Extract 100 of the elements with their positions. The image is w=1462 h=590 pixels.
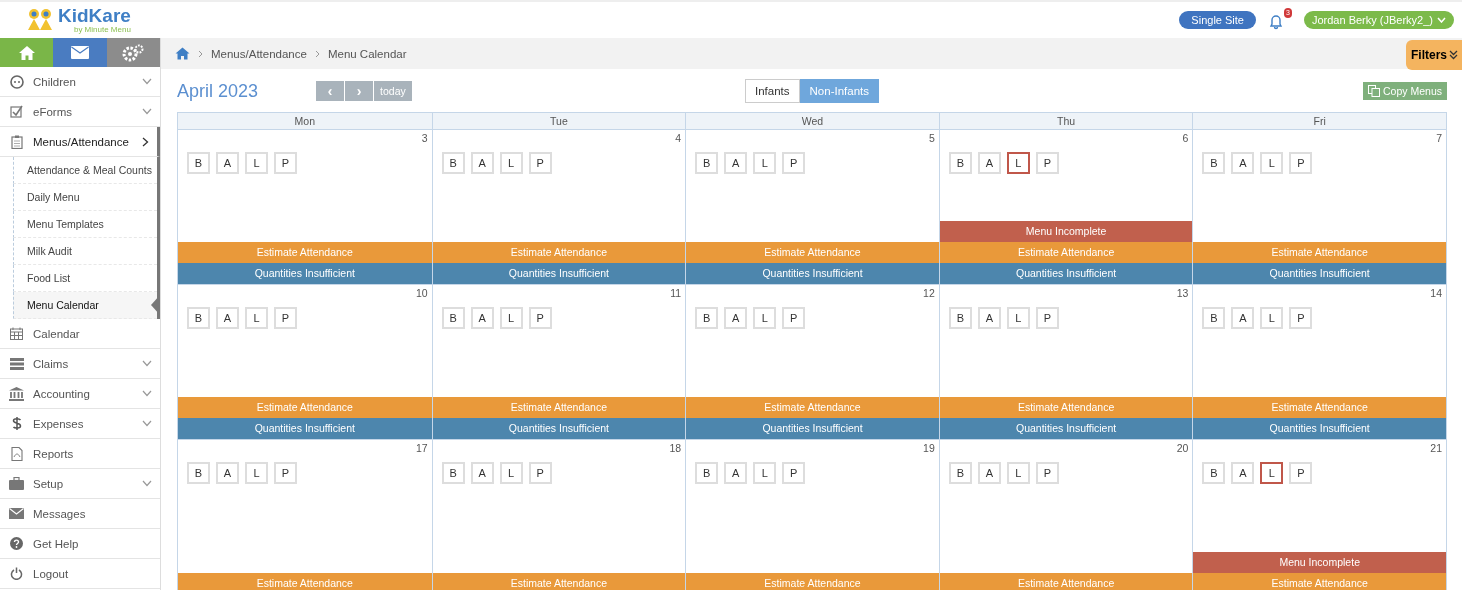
meal-button[interactable]: A: [216, 307, 239, 329]
meal-button[interactable]: L: [245, 307, 268, 329]
meal-button[interactable]: B: [187, 307, 210, 329]
meal-button[interactable]: P: [782, 462, 806, 484]
meal-button[interactable]: B: [695, 307, 719, 329]
meal-button[interactable]: B: [1202, 307, 1226, 329]
home-icon: [17, 44, 36, 61]
meal-button[interactable]: P: [274, 462, 297, 484]
meal-button[interactable]: A: [1231, 462, 1255, 484]
meal-button[interactable]: A: [724, 307, 748, 329]
quantities-insufficient-bar[interactable]: Quantities Insufficient: [686, 418, 939, 439]
meal-button[interactable]: P: [782, 307, 806, 329]
sidebar-subitem[interactable]: Menu Templates: [13, 211, 157, 238]
menu-incomplete-bar[interactable]: Menu Incomplete: [1193, 552, 1446, 573]
meal-button[interactable]: L: [245, 462, 268, 484]
meal-button[interactable]: L: [1006, 152, 1030, 174]
meal-button[interactable]: A: [1231, 307, 1255, 329]
sidebar-item[interactable]: Expenses: [0, 409, 160, 439]
meal-button[interactable]: P: [274, 307, 297, 329]
sidebar-item[interactable]: Reports: [0, 439, 160, 469]
meal-button[interactable]: B: [441, 152, 465, 174]
single-site-button[interactable]: Single Site: [1179, 11, 1256, 29]
meal-button[interactable]: A: [724, 462, 748, 484]
sidebar-item[interactable]: Menus/Attendance: [0, 127, 160, 157]
meal-button[interactable]: A: [470, 462, 494, 484]
meal-button[interactable]: L: [499, 307, 523, 329]
meal-button[interactable]: P: [528, 152, 552, 174]
quantities-insufficient-bar[interactable]: Quantities Insufficient: [1193, 418, 1446, 439]
meal-button[interactable]: A: [724, 152, 748, 174]
age-group-tab[interactable]: Infants: [745, 79, 800, 103]
meal-button[interactable]: L: [1006, 307, 1030, 329]
meal-button[interactable]: A: [216, 152, 239, 174]
meal-button[interactable]: B: [441, 307, 465, 329]
meal-button[interactable]: B: [187, 152, 210, 174]
quantities-insufficient-bar[interactable]: Quantities Insufficient: [686, 263, 939, 284]
quantities-insufficient-bar[interactable]: Quantities Insufficient: [178, 263, 432, 284]
meal-button[interactable]: L: [1260, 307, 1284, 329]
meal-button[interactable]: L: [753, 462, 777, 484]
breadcrumb-link[interactable]: Menus/Attendance: [211, 47, 307, 60]
meal-button[interactable]: P: [782, 152, 806, 174]
sidebar-item[interactable]: eForms: [0, 97, 160, 127]
sidebar-subitem[interactable]: Attendance & Meal Counts: [13, 157, 157, 184]
meal-button[interactable]: L: [753, 307, 777, 329]
meal-button[interactable]: P: [1035, 462, 1059, 484]
settings-button[interactable]: [106, 38, 160, 67]
meal-button[interactable]: A: [977, 152, 1001, 174]
sidebar-item[interactable]: Children: [0, 67, 160, 97]
meal-button[interactable]: B: [695, 462, 719, 484]
quantities-insufficient-bar[interactable]: Quantities Insufficient: [432, 263, 686, 284]
home-icon[interactable]: [175, 47, 190, 60]
sidebar-item[interactable]: Accounting: [0, 379, 160, 409]
meal-button[interactable]: P: [528, 307, 552, 329]
sidebar-subitem[interactable]: Menu Calendar: [13, 292, 157, 319]
meal-button[interactable]: P: [528, 462, 552, 484]
sidebar-item[interactable]: Get Help: [0, 529, 160, 559]
meal-button[interactable]: L: [499, 462, 523, 484]
sidebar-item[interactable]: Claims: [0, 349, 160, 379]
quantities-insufficient-bar[interactable]: Quantities Insufficient: [1193, 263, 1446, 284]
sidebar-item[interactable]: Setup: [0, 469, 160, 499]
meal-button[interactable]: B: [441, 462, 465, 484]
bell-icon: [1267, 14, 1284, 30]
meal-button[interactable]: A: [1231, 152, 1255, 174]
meal-button[interactable]: P: [1289, 307, 1313, 329]
meal-button[interactable]: B: [187, 462, 210, 484]
menu-incomplete-bar[interactable]: Menu Incomplete: [939, 221, 1193, 242]
meal-button[interactable]: L: [1006, 462, 1030, 484]
sidebar-item[interactable]: Calendar: [0, 319, 160, 349]
quantities-insufficient-bar[interactable]: Quantities Insufficient: [178, 418, 432, 439]
meal-button[interactable]: A: [216, 462, 239, 484]
sidebar-item[interactable]: Logout: [0, 559, 160, 589]
meal-button[interactable]: A: [977, 307, 1001, 329]
meal-button[interactable]: L: [245, 152, 268, 174]
meal-button[interactable]: B: [1202, 152, 1226, 174]
quantities-insufficient-bar[interactable]: Quantities Insufficient: [432, 418, 686, 439]
sidebar-subitem[interactable]: Daily Menu: [13, 184, 157, 211]
meal-button[interactable]: L: [1260, 152, 1284, 174]
meal-button[interactable]: P: [1289, 462, 1313, 484]
meal-button[interactable]: A: [470, 307, 494, 329]
filters-button[interactable]: Filters: [1406, 40, 1462, 70]
meal-button[interactable]: P: [1289, 152, 1313, 174]
meal-button[interactable]: B: [948, 307, 972, 329]
kidkare-logo[interactable]: KidKare by Minute Menu: [26, 6, 131, 34]
meal-button[interactable]: L: [499, 152, 523, 174]
home-button[interactable]: [0, 38, 54, 67]
meal-button[interactable]: A: [470, 152, 494, 174]
quantities-insufficient-bar[interactable]: Quantities Insufficient: [939, 418, 1193, 439]
meal-button[interactable]: B: [1202, 462, 1226, 484]
meal-button[interactable]: P: [274, 152, 297, 174]
meal-button[interactable]: B: [948, 152, 972, 174]
meal-button[interactable]: B: [695, 152, 719, 174]
sidebar-subitem[interactable]: Milk Audit: [13, 238, 157, 265]
meal-button[interactable]: P: [1035, 152, 1059, 174]
meal-button[interactable]: B: [948, 462, 972, 484]
meal-button[interactable]: A: [977, 462, 1001, 484]
messages-button[interactable]: [53, 38, 107, 67]
sidebar-item[interactable]: Messages: [0, 499, 160, 529]
quantities-insufficient-bar[interactable]: Quantities Insufficient: [939, 263, 1193, 284]
meal-button[interactable]: P: [1035, 307, 1059, 329]
meal-button[interactable]: L: [1260, 462, 1284, 484]
meal-button[interactable]: L: [753, 152, 777, 174]
